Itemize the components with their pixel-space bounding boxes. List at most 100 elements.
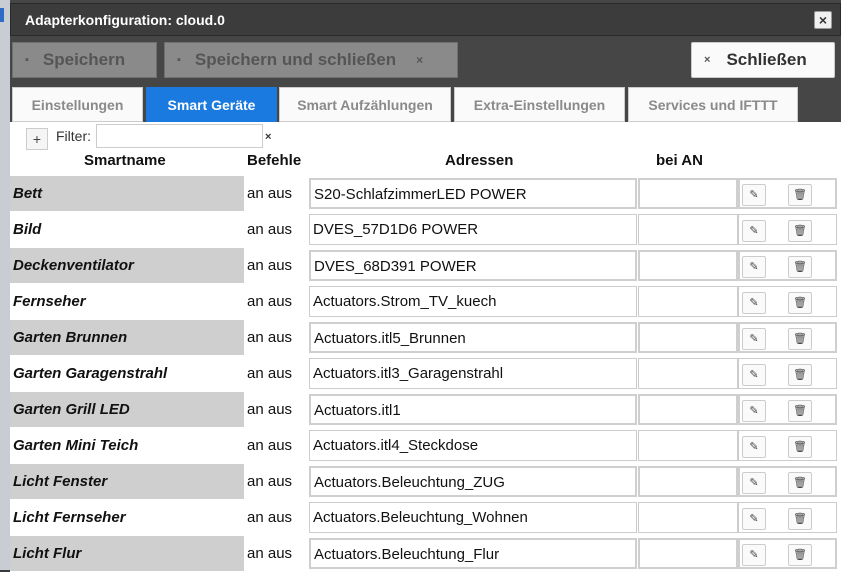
on-value-cell[interactable]: [638, 286, 738, 317]
delete-button[interactable]: 🗑: [788, 508, 812, 530]
filter-input[interactable]: [96, 124, 263, 148]
trash-icon: 🗑: [793, 225, 807, 237]
smartname-cell[interactable]: Licht Fernseher: [10, 500, 244, 535]
on-value-cell[interactable]: [638, 466, 738, 497]
smartname-cell[interactable]: Garten Garagenstrahl: [10, 356, 244, 391]
add-button[interactable]: +: [26, 128, 48, 150]
table-row: Garten Garagenstrahl an aus Actuators.itl3…: [10, 356, 841, 392]
smartname-cell[interactable]: Garten Grill LED: [10, 392, 244, 427]
edit-button[interactable]: ✎: [742, 436, 766, 458]
on-value-cell[interactable]: [638, 358, 738, 389]
delete-button[interactable]: 🗑: [788, 220, 812, 242]
address-cell: Actuators.itl4_Steckdose: [309, 430, 637, 461]
on-value-cell[interactable]: [638, 394, 738, 425]
pencil-icon: ✎: [749, 513, 759, 525]
commands-cell: an aus: [247, 293, 293, 310]
trash-icon: 🗑: [793, 477, 807, 489]
table-row: Bild an aus DVES_57D1D6 POWER ✎ 🗑: [10, 212, 841, 248]
delete-button[interactable]: 🗑: [788, 364, 812, 386]
dialog-titlebar: Adapterkonfiguration: cloud.0 ×: [10, 3, 841, 36]
delete-button[interactable]: 🗑: [788, 328, 812, 350]
adapter-config-dialog: Adapterkonfiguration: cloud.0 × ▪ Speich…: [0, 0, 841, 572]
pencil-icon: ✎: [749, 441, 759, 453]
on-value-cell[interactable]: [638, 430, 738, 461]
trash-icon: 🗑: [793, 405, 807, 417]
edit-button[interactable]: ✎: [742, 400, 766, 422]
edit-button[interactable]: ✎: [742, 328, 766, 350]
pencil-icon: ✎: [749, 297, 759, 309]
address-cell: DVES_57D1D6 POWER: [309, 214, 637, 245]
table-row: Licht Fernseher an aus Actuators.Beleuchtu…: [10, 500, 841, 536]
commands-cell: an aus: [247, 473, 293, 490]
tab-smart-geraete[interactable]: Smart Geräte: [146, 87, 277, 122]
trash-icon: 🗑: [793, 261, 807, 273]
table-row: Licht Fenster an aus Actuators.Beleuchtung…: [10, 464, 841, 500]
smartname-cell[interactable]: Garten Mini Teich: [10, 428, 244, 463]
pencil-icon: ✎: [749, 261, 759, 273]
delete-button[interactable]: 🗑: [788, 184, 812, 206]
tab-einstellungen[interactable]: Einstellungen: [12, 87, 143, 122]
delete-button[interactable]: 🗑: [788, 256, 812, 278]
pencil-icon: ✎: [749, 189, 759, 201]
delete-button[interactable]: 🗑: [788, 544, 812, 566]
pencil-icon: ✎: [749, 477, 759, 489]
tab-extra-einstellungen[interactable]: Extra-Einstellungen: [454, 87, 625, 122]
address-cell: DVES_68D391 POWER: [309, 250, 637, 281]
clear-filter-icon[interactable]: ×: [265, 131, 271, 143]
smartname-cell[interactable]: Licht Fenster: [10, 464, 244, 499]
trash-icon: 🗑: [793, 369, 807, 381]
edit-button[interactable]: ✎: [742, 508, 766, 530]
pencil-icon: ✎: [749, 369, 759, 381]
table-row: Bett an aus S20-SchlafzimmerLED POWER ✎ 🗑: [10, 176, 841, 212]
address-cell: Actuators.itl3_Garagenstrahl: [309, 358, 637, 389]
edit-button[interactable]: ✎: [742, 292, 766, 314]
tab-services-ifttt[interactable]: Services und IFTTT: [628, 87, 798, 122]
commands-cell: an aus: [247, 401, 293, 418]
save-and-close-button[interactable]: ▪ Speichern und schließen ×: [164, 42, 458, 78]
trash-icon: 🗑: [793, 549, 807, 561]
delete-button[interactable]: 🗑: [788, 400, 812, 422]
close-icon: ×: [416, 53, 424, 67]
smartname-cell[interactable]: Fernseher: [10, 284, 244, 319]
on-value-cell[interactable]: [638, 502, 738, 533]
table-row: Deckenventilator an aus DVES_68D391 POWER ✎…: [10, 248, 841, 284]
save-button[interactable]: ▪ Speichern: [12, 42, 157, 78]
header-bei-an: bei AN: [656, 152, 703, 169]
address-cell: Actuators.Beleuchtung_ZUG: [309, 466, 637, 497]
commands-cell: an aus: [247, 185, 293, 202]
smartname-cell[interactable]: Bett: [10, 176, 244, 211]
table-row: Garten Brunnen an aus Actuators.itl5_Brunn…: [10, 320, 841, 356]
smartname-cell[interactable]: Bild: [10, 212, 244, 247]
on-value-cell[interactable]: [638, 214, 738, 245]
edit-button[interactable]: ✎: [742, 544, 766, 566]
pencil-icon: ✎: [749, 405, 759, 417]
close-button[interactable]: × Schließen: [691, 42, 835, 78]
trash-icon: 🗑: [793, 333, 807, 345]
on-value-cell[interactable]: [638, 178, 738, 209]
smartname-cell[interactable]: Deckenventilator: [10, 248, 244, 283]
delete-button[interactable]: 🗑: [788, 292, 812, 314]
close-icon: ×: [704, 54, 711, 66]
delete-button[interactable]: 🗑: [788, 436, 812, 458]
on-value-cell[interactable]: [638, 322, 738, 353]
commands-cell: an aus: [247, 509, 293, 526]
delete-button[interactable]: 🗑: [788, 472, 812, 494]
smartname-cell[interactable]: Licht Flur: [10, 536, 244, 571]
dialog-title: Adapterkonfiguration: cloud.0: [25, 12, 225, 28]
edit-button[interactable]: ✎: [742, 256, 766, 278]
edit-button[interactable]: ✎: [742, 220, 766, 242]
edit-button[interactable]: ✎: [742, 364, 766, 386]
address-cell: Actuators.Beleuchtung_Flur: [309, 538, 637, 569]
edit-button[interactable]: ✎: [742, 472, 766, 494]
on-value-cell[interactable]: [638, 250, 738, 281]
tab-smart-aufzaehlungen[interactable]: Smart Aufzählungen: [279, 87, 451, 122]
trash-icon: 🗑: [793, 297, 807, 309]
on-value-cell[interactable]: [638, 538, 738, 569]
address-cell: Actuators.itl5_Brunnen: [309, 322, 637, 353]
address-cell: Actuators.itl1: [309, 394, 637, 425]
plus-icon: +: [32, 131, 42, 147]
smartname-cell[interactable]: Garten Brunnen: [10, 320, 244, 355]
commands-cell: an aus: [247, 545, 293, 562]
edit-button[interactable]: ✎: [742, 184, 766, 206]
close-icon[interactable]: ×: [814, 11, 832, 29]
